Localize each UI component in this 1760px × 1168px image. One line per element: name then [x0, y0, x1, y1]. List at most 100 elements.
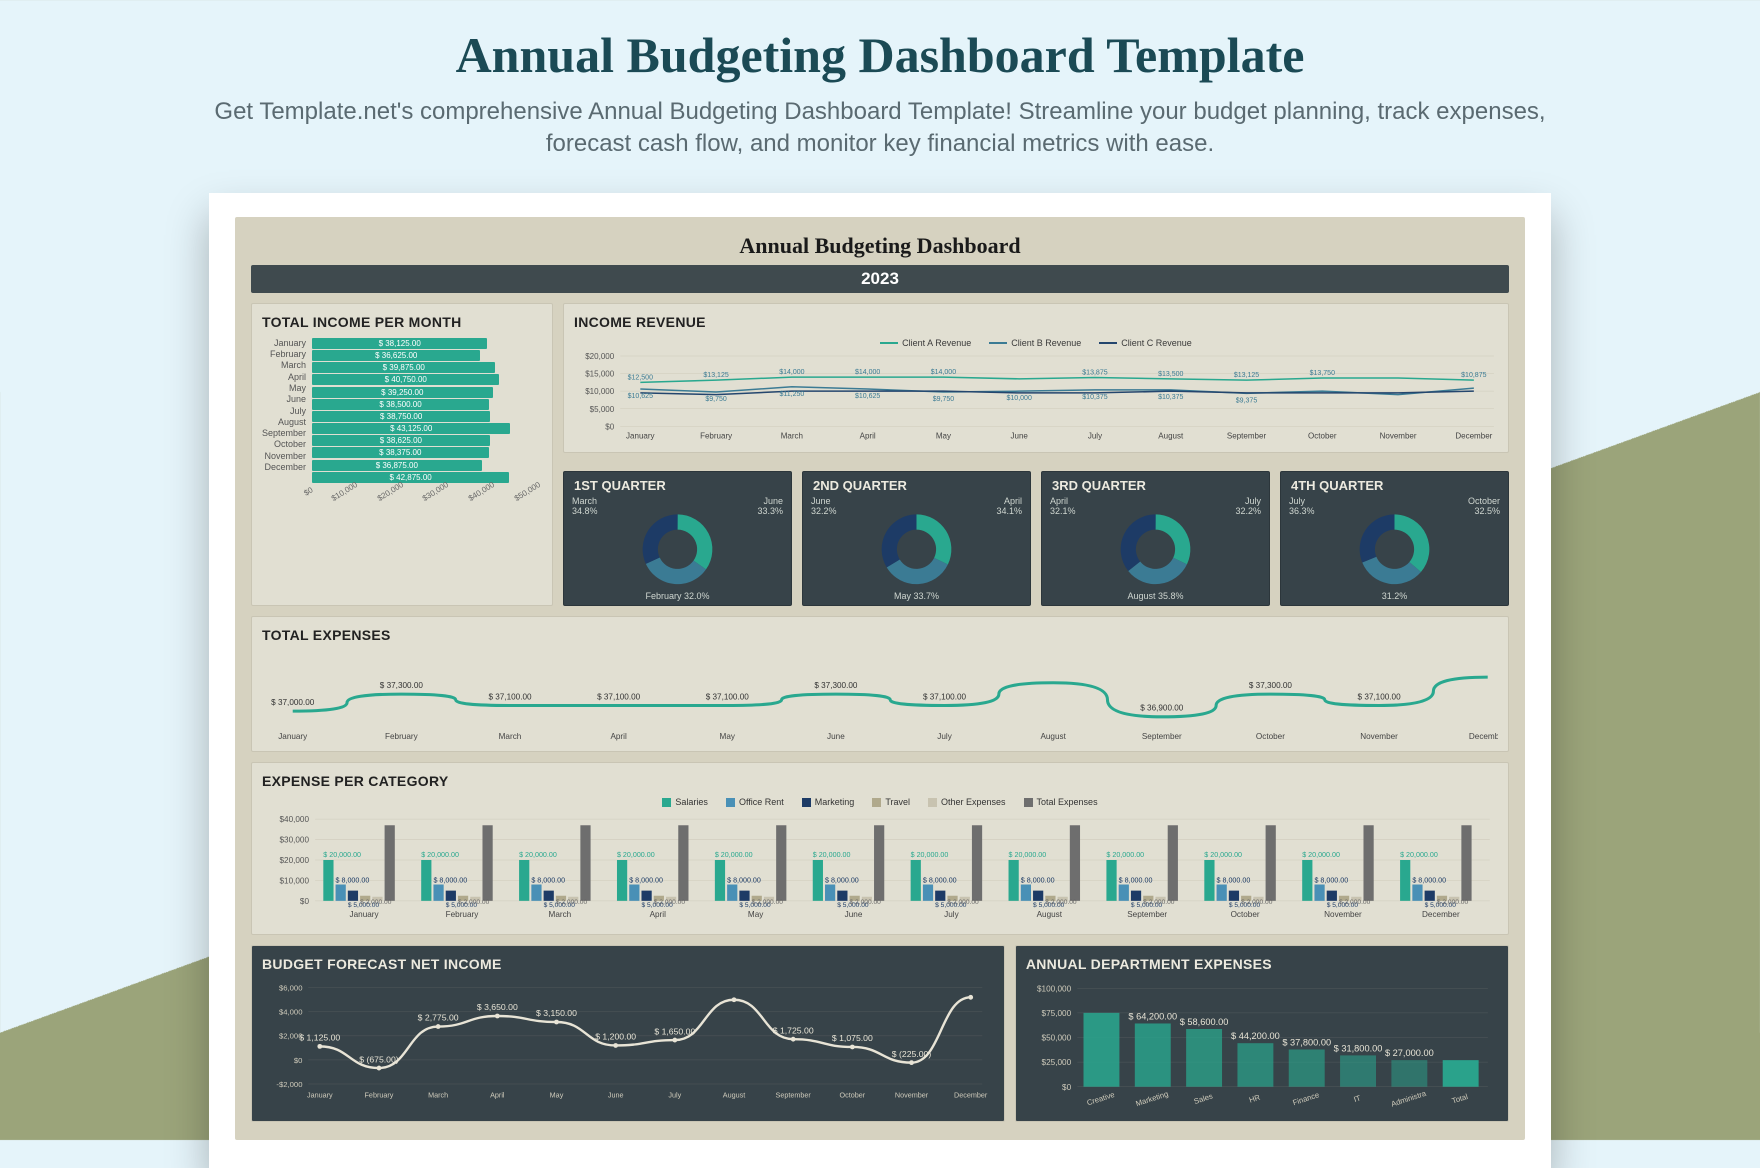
page-subtitle: Get Template.net's comprehensive Annual … — [180, 96, 1580, 161]
svg-text:$0: $0 — [1062, 1082, 1072, 1091]
svg-text:$ 37,100.00: $ 37,100.00 — [488, 693, 532, 702]
ipm-bar: $ 43,125.00 — [312, 423, 510, 434]
ipm-bar: $ 38,750.00 — [312, 411, 490, 422]
ir-title: INCOME REVENUE — [574, 314, 1498, 330]
ipm-month-label: March — [262, 360, 306, 370]
svg-text:$ 20,000.00: $ 20,000.00 — [911, 851, 949, 859]
quarter-panel: 1ST QUARTER March34.8% June33.3% Februar… — [563, 471, 792, 606]
ipm-bar: $ 36,625.00 — [312, 350, 480, 361]
svg-text:Total: Total — [1451, 1091, 1470, 1105]
svg-text:$ 37,100.00: $ 37,100.00 — [706, 693, 750, 702]
ipm-bar: $ 38,375.00 — [312, 447, 489, 458]
income-revenue-chart: $0$5,000$10,000$15,000$20,000$12,500$13,… — [574, 352, 1498, 444]
svg-text:$ 8,000.00: $ 8,000.00 — [531, 877, 565, 885]
bf-title: BUDGET FORECAST NET INCOME — [262, 956, 994, 972]
svg-text:$20,000: $20,000 — [585, 352, 615, 361]
svg-text:April: April — [490, 1090, 505, 1099]
svg-text:$0: $0 — [300, 897, 310, 906]
svg-text:$ 37,000.00: $ 37,000.00 — [271, 698, 315, 707]
svg-text:September: September — [1127, 910, 1167, 919]
svg-text:July: July — [668, 1090, 681, 1099]
svg-text:$10,000: $10,000 — [1007, 395, 1032, 402]
ipm-title: TOTAL INCOME PER MONTH — [262, 314, 542, 330]
svg-text:$ 20,000.00: $ 20,000.00 — [1302, 851, 1340, 859]
svg-text:$10,000: $10,000 — [280, 877, 310, 886]
svg-text:$ 20,000.00: $ 20,000.00 — [1204, 851, 1242, 859]
svg-text:August: August — [1158, 431, 1184, 440]
ipm-month-label: July — [262, 406, 306, 416]
svg-text:$14,000: $14,000 — [931, 369, 956, 376]
svg-text:March: March — [549, 910, 572, 919]
ipm-bar: $ 42,875.00 — [312, 472, 509, 483]
svg-text:$40,000: $40,000 — [280, 815, 310, 824]
svg-text:$ 1,200.00: $ 1,200.00 — [595, 1031, 636, 1041]
svg-text:$ 2,000.00: $ 2,000.00 — [1339, 899, 1371, 906]
svg-text:May: May — [748, 910, 764, 919]
svg-text:$ 1,075.00: $ 1,075.00 — [832, 1033, 873, 1043]
svg-text:$ 20,000.00: $ 20,000.00 — [519, 851, 557, 859]
ipm-bar: $ 38,125.00 — [312, 338, 487, 349]
panel-income-revenue: INCOME REVENUE Client A Revenue Client B… — [563, 303, 1509, 453]
svg-text:$ 2,000.00: $ 2,000.00 — [947, 899, 979, 906]
svg-text:$ 2,000.00: $ 2,000.00 — [1437, 899, 1469, 906]
svg-text:$ 8,000.00: $ 8,000.00 — [1412, 877, 1446, 885]
ipm-month-label: April — [262, 372, 306, 382]
svg-text:$0: $0 — [605, 422, 614, 431]
panel-budget-forecast: BUDGET FORECAST NET INCOME -$2,000$0$2,0… — [251, 945, 1005, 1122]
department-expenses-chart: $0$25,000$50,000$75,000$100,000Creative$… — [1026, 980, 1498, 1113]
svg-text:December: December — [1469, 732, 1498, 741]
svg-text:$13,875: $13,875 — [1082, 369, 1107, 376]
svg-text:$0: $0 — [294, 1055, 303, 1064]
ipm-month-label: October — [262, 439, 306, 449]
svg-text:$15,000: $15,000 — [585, 369, 615, 378]
svg-text:May: May — [550, 1090, 564, 1099]
svg-text:$ 8,000.00: $ 8,000.00 — [1119, 877, 1153, 885]
svg-text:$ 20,000.00: $ 20,000.00 — [1106, 851, 1144, 859]
svg-text:$ (225.00): $ (225.00) — [892, 1048, 932, 1058]
svg-text:Marketing: Marketing — [1134, 1089, 1169, 1108]
svg-text:April: April — [860, 431, 876, 440]
svg-text:Finance: Finance — [1291, 1090, 1320, 1107]
ec-title: EXPENSE PER CATEGORY — [262, 773, 1498, 789]
svg-text:February: February — [385, 732, 419, 741]
panel-total-expenses: TOTAL EXPENSES $ 37,000.00$ 37,300.00$ 3… — [251, 616, 1509, 752]
svg-text:May: May — [720, 732, 736, 741]
svg-text:$13,750: $13,750 — [1310, 370, 1335, 377]
svg-text:December: December — [1455, 431, 1492, 440]
svg-text:$10,875: $10,875 — [1461, 372, 1486, 379]
svg-text:$ 8,000.00: $ 8,000.00 — [923, 877, 957, 885]
svg-text:July: July — [937, 732, 952, 741]
svg-text:January: January — [278, 732, 308, 741]
svg-text:$ 2,000.00: $ 2,000.00 — [360, 899, 392, 906]
ir-legend: Client A Revenue Client B Revenue Client… — [574, 338, 1498, 348]
svg-text:$ 2,000.00: $ 2,000.00 — [1143, 899, 1175, 906]
panel-income-per-month: TOTAL INCOME PER MONTH JanuaryFebruaryMa… — [251, 303, 553, 606]
ipm-bar: $ 39,875.00 — [312, 362, 495, 373]
quarter-panel: 4TH QUARTER July36.3% October32.5% 31.2% — [1280, 471, 1509, 606]
ipm-month-label: November — [262, 451, 306, 461]
svg-text:July: July — [1088, 431, 1102, 440]
svg-text:$ 2,000.00: $ 2,000.00 — [752, 899, 784, 906]
svg-text:$ 31,800.00: $ 31,800.00 — [1334, 1043, 1383, 1053]
svg-text:$13,125: $13,125 — [703, 372, 728, 379]
ipm-month-label: January — [262, 338, 306, 348]
svg-text:$ 2,000.00: $ 2,000.00 — [654, 899, 686, 906]
ec-legend: SalariesOffice RentMarketingTravelOther … — [262, 797, 1498, 807]
svg-text:$ 1,725.00: $ 1,725.00 — [773, 1025, 814, 1035]
svg-text:June: June — [608, 1090, 624, 1099]
svg-text:$ 20,000.00: $ 20,000.00 — [715, 851, 753, 859]
svg-text:$ 36,900.00: $ 36,900.00 — [1140, 704, 1184, 713]
svg-text:$5,000: $5,000 — [590, 405, 615, 414]
svg-text:$ 8,000.00: $ 8,000.00 — [1217, 877, 1251, 885]
svg-text:$75,000: $75,000 — [1041, 1009, 1071, 1018]
ipm-month-label: February — [262, 349, 306, 359]
svg-text:September: September — [1227, 431, 1267, 440]
svg-text:March: March — [499, 732, 522, 741]
svg-text:$ 1,125.00: $ 1,125.00 — [299, 1032, 340, 1042]
ipm-bar: $ 40,750.00 — [312, 374, 499, 385]
svg-text:$ 20,000.00: $ 20,000.00 — [323, 851, 361, 859]
svg-text:February: February — [700, 431, 732, 440]
svg-text:$ 2,000.00: $ 2,000.00 — [556, 899, 588, 906]
svg-text:$100,000: $100,000 — [1037, 984, 1072, 993]
svg-text:$ 8,000.00: $ 8,000.00 — [336, 877, 370, 885]
